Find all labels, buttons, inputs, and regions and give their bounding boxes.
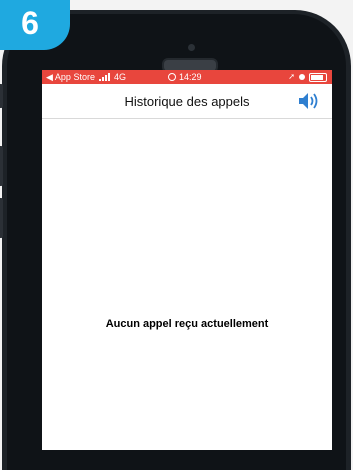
mute-switch — [0, 84, 3, 108]
network-type: 4G — [113, 72, 126, 82]
back-to-app-store-link[interactable]: ◀ App Store — [46, 70, 95, 84]
battery-icon — [309, 72, 327, 82]
step-badge: 6 — [0, 0, 70, 50]
status-right: ➚ — [288, 70, 327, 84]
status-center: 14:29 — [168, 70, 202, 84]
phone-screen: ◀ App Store 4G 14:29 ➚ Historique des ap… — [42, 70, 332, 450]
speaker-volume-icon — [299, 93, 318, 109]
status-bar: ◀ App Store 4G 14:29 ➚ — [42, 70, 332, 84]
status-left: ◀ App Store 4G — [46, 70, 126, 84]
volume-up-button — [0, 146, 3, 186]
status-time: 14:29 — [179, 72, 202, 82]
do-not-disturb-icon — [299, 74, 305, 80]
empty-state-message: Aucun appel reçu actuellement — [105, 318, 269, 330]
front-camera — [188, 44, 195, 51]
navigation-bar: Historique des appels — [42, 84, 332, 119]
sound-toggle-button[interactable] — [298, 92, 320, 110]
clock-icon — [168, 73, 176, 81]
volume-down-button — [0, 198, 3, 238]
location-arrow-icon: ➚ — [288, 72, 295, 81]
signal-icon — [98, 73, 110, 81]
page-title: Historique des appels — [124, 94, 250, 109]
